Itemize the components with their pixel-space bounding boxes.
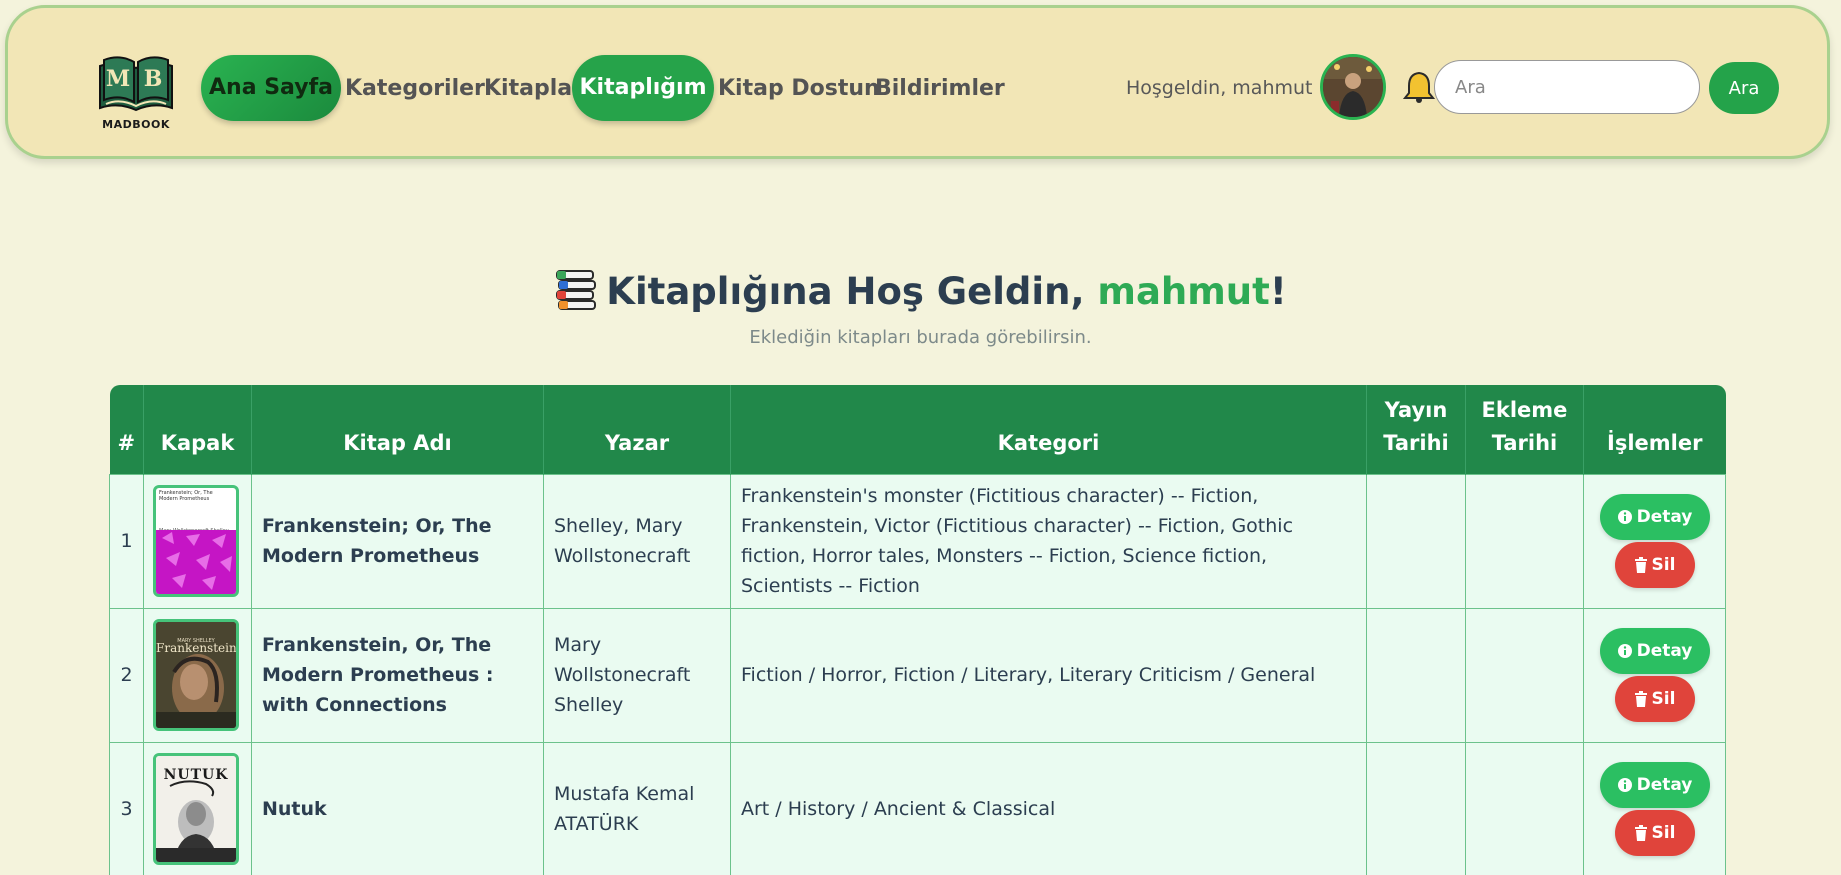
- row-author: Shelley, Mary Wollstonecraft: [543, 473, 731, 609]
- row-title: Frankenstein; Or, The Modern Prometheus: [251, 473, 544, 609]
- row-cover: Frankenstein; Or, The Modern Prometheus …: [143, 473, 252, 609]
- nav-categories[interactable]: Kategoriler: [345, 74, 485, 104]
- delete-button[interactable]: Sil: [1614, 676, 1695, 722]
- detail-button[interactable]: Detay: [1599, 628, 1710, 674]
- row-actions: Detay Sil: [1583, 741, 1726, 875]
- search-button[interactable]: Ara: [1709, 62, 1779, 114]
- avatar[interactable]: [1320, 54, 1386, 120]
- row-cover: MARY SHELLEY Frankenstein: [143, 607, 252, 743]
- header-author: Yazar: [543, 385, 731, 474]
- books-stack-icon: [556, 270, 597, 310]
- nav-books[interactable]: Kitaplar: [484, 74, 583, 104]
- header-category: Kategori: [730, 385, 1367, 474]
- svg-text:B: B: [144, 66, 163, 92]
- row-title: Nutuk: [251, 741, 544, 875]
- row-cover: NUTUK: [143, 741, 252, 875]
- detail-button[interactable]: Detay: [1599, 494, 1710, 540]
- book-cover-image[interactable]: MARY SHELLEY Frankenstein: [153, 619, 239, 731]
- bell-icon[interactable]: [1402, 70, 1436, 104]
- row-added-date: [1465, 741, 1584, 875]
- delete-button[interactable]: Sil: [1614, 810, 1695, 856]
- row-actions: Detay Sil: [1583, 473, 1726, 609]
- row-pub-date: [1366, 607, 1466, 743]
- info-icon: [1617, 644, 1632, 658]
- nav-book-friend[interactable]: Kitap Dostun: [718, 74, 880, 104]
- row-actions: Detay Sil: [1583, 607, 1726, 743]
- page-subtitle: Eklediğin kitapları burada görebilirsin.: [749, 327, 1092, 348]
- table-row: 2 MARY SHELLEY Frankenstein Frankenstein…: [109, 607, 1726, 743]
- header-actions: İşlemler: [1583, 385, 1726, 474]
- svg-text:M: M: [106, 66, 130, 92]
- row-num: 1: [109, 473, 144, 609]
- delete-button[interactable]: Sil: [1614, 542, 1695, 588]
- nav-library[interactable]: Kitaplığım: [572, 55, 714, 121]
- title-username: mahmut: [1097, 270, 1270, 313]
- row-pub-date: [1366, 741, 1466, 875]
- header-num: #: [109, 385, 144, 474]
- title-suffix: !: [1269, 270, 1287, 313]
- row-category: Art / History / Ancient & Classical: [730, 741, 1367, 875]
- info-icon: [1617, 510, 1632, 524]
- search-input[interactable]: [1434, 60, 1700, 114]
- table-row: 3 NUTUK Nutuk Mustafa Kemal ATATÜRK Art: [109, 741, 1726, 875]
- row-author: Mustafa Kemal ATATÜRK: [543, 741, 731, 875]
- header-cover: Kapak: [143, 385, 252, 474]
- row-category: Frankenstein's monster (Fictitious chara…: [730, 473, 1367, 609]
- title-prefix: Kitaplığına Hoş Geldin,: [606, 270, 1098, 313]
- row-pub-date: [1366, 473, 1466, 609]
- trash-icon: [1634, 557, 1647, 573]
- trash-icon: [1634, 691, 1647, 707]
- row-title: Frankenstein, Or, The Modern Prometheus …: [251, 607, 544, 743]
- header-pub-date: Yayın Tarihi: [1366, 385, 1466, 474]
- header-added-date: Ekleme Tarihi: [1465, 385, 1584, 474]
- row-added-date: [1465, 473, 1584, 609]
- logo-name: MADBOOK: [102, 118, 170, 131]
- library-table-wrapper: # Kapak Kitap Adı Yazar Kategori Yayın Ta…: [109, 385, 1726, 875]
- library-table: # Kapak Kitap Adı Yazar Kategori Yayın Ta…: [109, 385, 1726, 875]
- detail-button[interactable]: Detay: [1599, 762, 1710, 808]
- book-cover-image[interactable]: NUTUK: [153, 753, 239, 865]
- welcome-user-text: Hoşgeldin, mahmut: [1126, 77, 1313, 99]
- book-logo-icon: M B: [99, 56, 173, 112]
- table-row: 1 Frankenstein; Or, The Modern Prometheu…: [109, 473, 1726, 609]
- madbook-logo[interactable]: M B MADBOOK: [96, 46, 176, 131]
- header-title: Kitap Adı: [251, 385, 544, 474]
- book-cover-image[interactable]: Frankenstein; Or, The Modern Prometheus …: [153, 485, 239, 597]
- row-num: 2: [109, 607, 144, 743]
- table-header-row: # Kapak Kitap Adı Yazar Kategori Yayın Ta…: [109, 385, 1726, 474]
- row-category: Fiction / Horror, Fiction / Literary, Li…: [730, 607, 1367, 743]
- row-num: 3: [109, 741, 144, 875]
- info-icon: [1617, 778, 1632, 792]
- nav-notifications[interactable]: Bildirimler: [875, 74, 1005, 104]
- row-author: Mary Wollstonecraft Shelley: [543, 607, 731, 743]
- navbar: M B MADBOOK Ana Sayfa Kategoriler Kitapl…: [5, 5, 1830, 159]
- nav-home[interactable]: Ana Sayfa: [201, 55, 341, 121]
- trash-icon: [1634, 825, 1647, 841]
- page-title: Kitaplığına Hoş Geldin, mahmut!: [0, 268, 1841, 313]
- row-added-date: [1465, 607, 1584, 743]
